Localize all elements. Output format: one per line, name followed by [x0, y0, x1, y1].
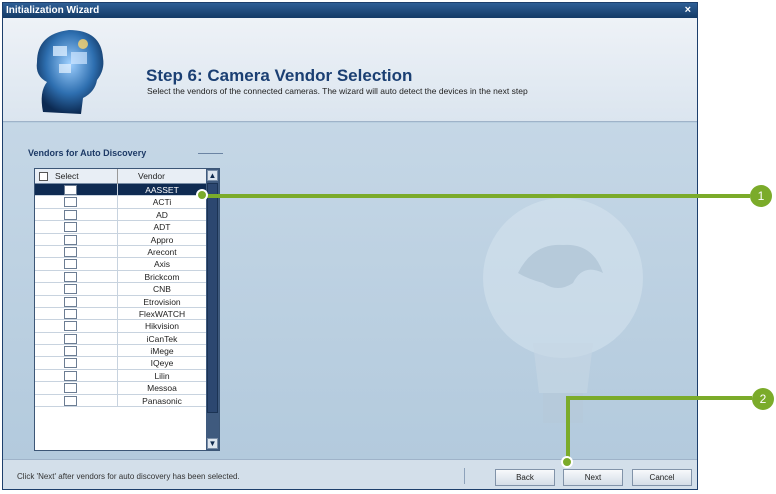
vendor-name: Messoa — [147, 383, 177, 394]
vendor-checkbox[interactable] — [64, 370, 77, 381]
vendor-name: Axis — [153, 259, 171, 270]
vendor-row[interactable]: FlexWATCH — [35, 307, 206, 321]
status-text: Click 'Next' after vendors for auto disc… — [17, 472, 240, 481]
title-bar: Initialization Wizard × — [3, 3, 697, 18]
vendor-row[interactable]: Hikvision — [35, 320, 206, 333]
vendor-checkbox[interactable] — [64, 271, 77, 282]
vendor-name: Lilin — [154, 370, 170, 381]
vendor-row[interactable]: Messoa — [35, 382, 206, 395]
vendor-checkbox[interactable] — [64, 358, 77, 369]
head-globe-icon — [36, 30, 104, 114]
vendor-name: AD — [156, 209, 168, 220]
footer-divider — [464, 468, 465, 484]
window-title: Initialization Wizard — [6, 5, 100, 16]
vendor-name: CNB — [153, 284, 171, 295]
callout-1-dot — [196, 189, 208, 201]
vendor-checkbox[interactable] — [64, 246, 77, 257]
vendor-row[interactable]: Lilin — [35, 369, 206, 383]
next-button[interactable]: Next — [563, 469, 623, 486]
vendor-name: IQeye — [150, 358, 174, 369]
vendor-row[interactable]: Appro — [35, 233, 206, 246]
close-icon[interactable]: × — [685, 3, 691, 18]
cancel-button[interactable]: Cancel — [632, 469, 692, 486]
vendor-name: Panasonic — [142, 395, 182, 406]
vendor-row[interactable]: Axis — [35, 258, 206, 271]
vendor-name: iMege — [150, 346, 174, 357]
vendor-checkbox[interactable] — [64, 296, 77, 307]
page-title: Step 6: Camera Vendor Selection — [146, 66, 413, 85]
callout-2-line-horizontal — [566, 396, 752, 400]
callout-1-line — [205, 194, 750, 198]
scroll-down-icon[interactable]: ▼ — [207, 438, 218, 449]
vendor-checkbox[interactable] — [64, 222, 77, 233]
vendor-checkbox[interactable] — [64, 383, 77, 394]
vendor-checkbox[interactable] — [64, 234, 77, 245]
vendor-name: AASSET — [145, 185, 179, 195]
vendor-name: ACTi — [152, 197, 172, 208]
vendor-checkbox[interactable] — [64, 197, 77, 208]
vertical-scrollbar[interactable]: ▲ ▼ — [206, 169, 219, 450]
callout-2-badge: 2 — [752, 388, 774, 410]
vendor-checkbox[interactable] — [64, 209, 77, 220]
vendor-row[interactable]: ACTi — [35, 196, 206, 209]
vendor-checkbox[interactable] — [64, 259, 77, 270]
vendor-column-header[interactable]: Vendor — [138, 171, 165, 181]
vendor-name: Appro — [150, 234, 174, 245]
wizard-content: Vendors for Auto Discovery Select Vendor… — [3, 123, 697, 459]
vendor-rows: AASSET ACTi AD ADT Appro Arecont Axis Brickcom C… — [35, 184, 206, 408]
vendor-row[interactable]: iMege — [35, 345, 206, 358]
vendor-checkbox[interactable] — [64, 308, 77, 319]
vendor-checkbox[interactable] — [64, 284, 77, 295]
vendor-row[interactable]: CNB — [35, 283, 206, 296]
vendor-name: FlexWATCH — [138, 308, 186, 319]
vendor-name: Hikvision — [144, 321, 179, 332]
page-description: Select the vendors of the connected came… — [147, 86, 528, 96]
vendor-row[interactable]: AD — [35, 208, 206, 222]
column-divider — [117, 169, 118, 184]
vendor-row[interactable]: AASSET — [35, 184, 206, 197]
vendor-row[interactable]: ADT — [35, 221, 206, 234]
select-all-checkbox[interactable] — [39, 172, 48, 181]
back-button[interactable]: Back — [495, 469, 555, 486]
scroll-up-icon[interactable]: ▲ — [207, 170, 218, 181]
vendor-checkbox[interactable] — [64, 346, 77, 357]
vendor-checkbox[interactable] — [64, 185, 77, 195]
callout-2-line-vertical — [566, 396, 570, 462]
group-divider — [198, 153, 223, 154]
callout-1-badge: 1 — [750, 185, 772, 207]
vendors-group-label: Vendors for Auto Discovery — [28, 148, 147, 158]
vendor-name: iCanTek — [146, 333, 178, 344]
vendor-row[interactable]: iCanTek — [35, 332, 206, 346]
vendor-row[interactable]: Arecont — [35, 245, 206, 259]
vendor-table: Select Vendor AASSET ACTi AD ADT Appro Arecon… — [34, 168, 220, 451]
wizard-footer: Click 'Next' after vendors for auto disc… — [3, 459, 697, 489]
vendor-name: Etrovision — [143, 296, 181, 307]
vendor-checkbox[interactable] — [64, 395, 77, 406]
vendor-row[interactable]: IQeye — [35, 357, 206, 370]
vendor-row[interactable]: Panasonic — [35, 394, 206, 408]
vendor-name: Arecont — [147, 246, 177, 257]
scroll-thumb[interactable] — [207, 183, 218, 413]
callout-2-dot — [561, 456, 573, 468]
vendor-name: Brickcom — [144, 271, 180, 282]
vendor-name: ADT — [153, 222, 171, 233]
initialization-wizard-window: Initialization Wizard × Step 6: Camera V… — [2, 2, 698, 490]
lightbulb-globe-icon — [483, 198, 643, 423]
select-column-header[interactable]: Select — [55, 171, 79, 181]
vendor-table-header: Select Vendor — [35, 169, 206, 184]
vendor-checkbox[interactable] — [64, 321, 77, 332]
vendor-row[interactable]: Brickcom — [35, 270, 206, 284]
vendor-row[interactable]: Etrovision — [35, 295, 206, 308]
vendor-checkbox[interactable] — [64, 333, 77, 344]
wizard-header: Step 6: Camera Vendor Selection Select t… — [3, 18, 697, 122]
